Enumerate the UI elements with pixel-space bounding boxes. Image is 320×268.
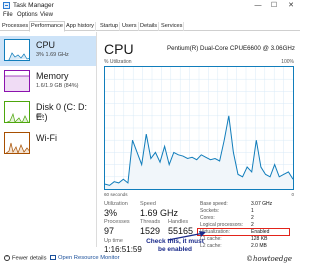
title-bar: Task Manager — ☐ ✕ <box>0 0 300 11</box>
spec-value: 128 KB <box>251 236 268 242</box>
minimize-button[interactable]: — <box>252 0 264 11</box>
menu-options[interactable]: Options <box>17 12 38 18</box>
cpu-thumbnail <box>4 39 30 61</box>
spec-value: 2 <box>251 215 254 221</box>
sidebar-item-label: Wi-Fi <box>36 133 57 143</box>
spec-label: Base speed: <box>200 201 228 207</box>
sidebar-item-label: CPU <box>36 40 56 50</box>
graph-zero-label: 0 <box>291 192 294 197</box>
chevron-up-icon: ⌃ <box>4 255 10 261</box>
sidebar-item-label: Disk 0 (C: D: E:) <box>36 102 88 122</box>
tab-services[interactable]: Services <box>160 22 185 31</box>
sidebar-item-disk[interactable]: Disk 0 (C: D: E:) 0% <box>0 98 96 128</box>
sidebar-item-cpu[interactable]: CPU 3% 1.69 GHz <box>0 36 96 66</box>
tab-performance[interactable]: Performance <box>29 21 66 32</box>
sidebar-item-sub: 1.6/1.9 GB (84%) <box>36 83 79 89</box>
threads-label: Threads <box>140 219 161 225</box>
cpu-utilization-graph <box>104 66 294 190</box>
sidebar-item-wifi[interactable]: Wi-Fi <box>0 129 96 159</box>
memory-thumbnail <box>4 70 30 92</box>
sidebar-item-label: Memory <box>36 71 69 81</box>
spec-value: 1 <box>251 208 254 214</box>
processes-label: Processes <box>104 219 130 225</box>
task-manager-icon <box>3 2 10 9</box>
tab-users[interactable]: Users <box>121 22 139 31</box>
disk-thumbnail <box>4 101 30 123</box>
uptime-label: Up time <box>104 238 123 244</box>
handles-value: 55165 <box>168 226 194 236</box>
menu-view[interactable]: View <box>40 12 53 18</box>
virtualization-highlight-box <box>197 228 290 236</box>
menu-file[interactable]: File <box>3 12 13 18</box>
handles-label: Handles <box>168 219 189 225</box>
sidebar-item-sub: 3% 1.69 GHz <box>36 52 69 58</box>
menu-bar: File Options View <box>0 11 300 20</box>
watermark-logo: ©howtoedge <box>246 255 292 263</box>
page-title: CPU <box>104 41 134 57</box>
fewer-details-label: Fewer details <box>12 255 47 262</box>
utilization-label: Utilization <box>104 201 128 207</box>
sidebar-item-sub: 0% <box>36 114 44 120</box>
annotation-line-1: Check this, it must <box>146 238 204 245</box>
spec-label: Sockets: <box>200 208 220 214</box>
maximize-button[interactable]: ☐ <box>268 0 280 11</box>
cpu-model-name: Pentium(R) Dual-Core CPUE6600 @ 3.06GHz <box>166 45 295 52</box>
tab-startup[interactable]: Startup <box>99 22 121 31</box>
tab-details[interactable]: Details <box>139 22 160 31</box>
graph-y-label: % Utilization <box>104 59 132 65</box>
spec-label: Cores: <box>200 215 215 221</box>
open-resource-monitor-label: Open Resource Monitor <box>58 255 120 262</box>
sidebar-item-memory[interactable]: Memory 1.6/1.9 GB (84%) <box>0 67 96 97</box>
tab-bar: Processes Performance App history Startu… <box>0 21 300 32</box>
threads-value: 1529 <box>140 226 161 236</box>
resource-sidebar: CPU 3% 1.69 GHz Memory 1.6/1.9 GB (84%) … <box>0 32 97 247</box>
wifi-thumbnail <box>4 132 30 154</box>
resource-monitor-icon <box>50 255 56 260</box>
processes-value: 97 <box>104 226 115 236</box>
window-title: Task Manager <box>13 2 54 9</box>
open-resource-monitor-link[interactable]: Open Resource Monitor <box>50 255 120 261</box>
close-button[interactable]: ✕ <box>285 0 297 11</box>
utilization-value: 3% <box>104 208 118 218</box>
cpu-graph-svg <box>104 67 294 189</box>
fewer-details-button[interactable]: ⌃ Fewer details <box>4 255 46 262</box>
tab-processes[interactable]: Processes <box>1 22 31 31</box>
footer-bar: ⌃ Fewer details Open Resource Monitor ©ho… <box>0 248 300 268</box>
speed-label: Speed <box>140 201 156 207</box>
graph-max-label: 100% <box>281 59 294 65</box>
cpu-panel: CPU Pentium(R) Dual-Core CPUE6600 @ 3.06… <box>100 32 300 254</box>
speed-value: 1.69 GHz <box>140 208 179 218</box>
tab-app-history[interactable]: App history <box>65 22 96 31</box>
spec-value: 3.07 GHz <box>251 201 273 207</box>
graph-time-label: 60 seconds <box>104 192 128 197</box>
